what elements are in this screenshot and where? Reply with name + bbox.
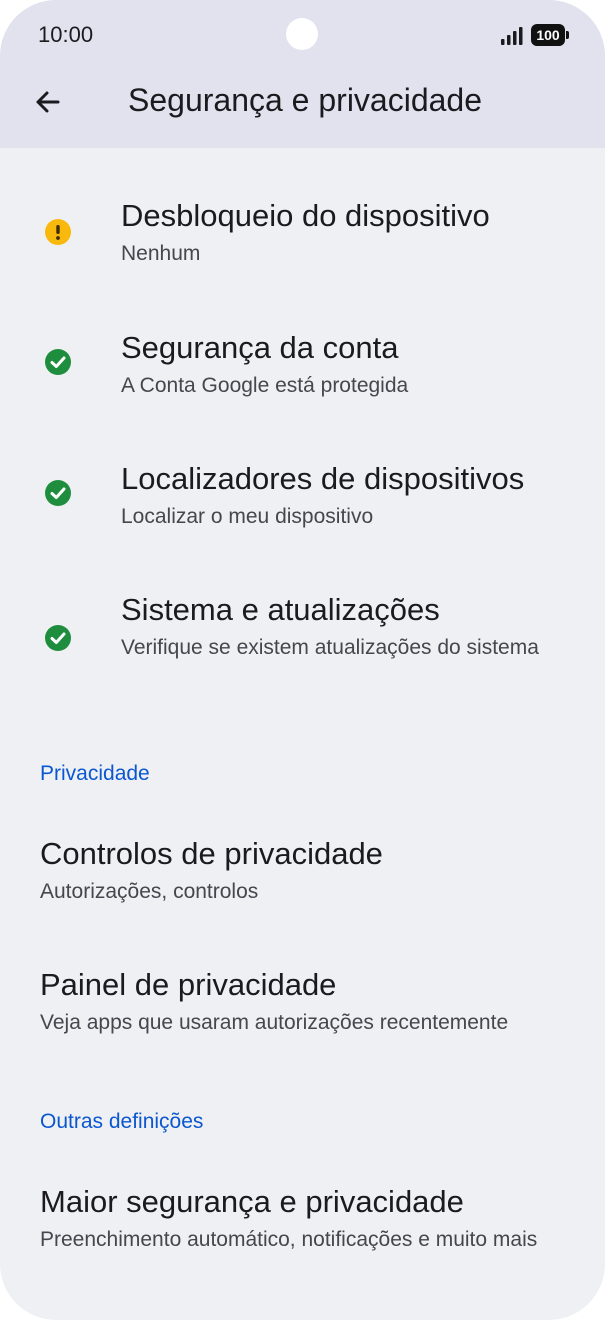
privacy-dashboard-item[interactable]: Painel de privacidade Veja apps que usar… [0, 959, 605, 1049]
privacy-controls-item[interactable]: Controlos de privacidade Autorizações, c… [0, 828, 605, 918]
top-app-bar: 10:00 100 Segurança e privacidade [0, 0, 605, 148]
item-subtitle: Localizar o meu dispositivo [121, 505, 374, 528]
page-title: Segurança e privacidade [128, 82, 483, 118]
warning-icon [45, 219, 71, 245]
item-title: Localizadores de dispositivos [121, 461, 525, 496]
account-security-item[interactable]: Segurança da conta A Conta Google está p… [0, 322, 605, 422]
status-time: 10:00 [38, 22, 94, 47]
item-subtitle: A Conta Google está protegida [121, 374, 409, 397]
screen: 10:00 100 Segurança e privacidade Desblo… [0, 0, 605, 1320]
section-header-privacy: Privacidade [40, 762, 150, 785]
item-title: Controlos de privacidade [40, 836, 383, 871]
signal-icon [501, 27, 523, 45]
item-title: Maior segurança e privacidade [40, 1184, 464, 1219]
check-circle-icon [45, 625, 71, 651]
device-unlock-item[interactable]: Desbloqueio do dispositivo Nenhum [0, 190, 605, 290]
system-updates-item[interactable]: Sistema e atualizações Verifique se exis… [0, 584, 605, 704]
item-subtitle: Verifique se existem atualizações do sis… [121, 636, 539, 659]
item-title: Desbloqueio do dispositivo [121, 198, 490, 233]
item-title: Sistema e atualizações [121, 592, 440, 627]
more-security-privacy-item[interactable]: Maior segurança e privacidade Preenchime… [0, 1176, 605, 1296]
item-subtitle: Autorizações, controlos [40, 880, 259, 903]
item-title: Painel de privacidade [40, 967, 337, 1002]
item-subtitle: Nenhum [121, 242, 201, 265]
check-circle-icon [45, 480, 71, 506]
item-subtitle: Preenchimento automático, notificações e… [40, 1228, 538, 1251]
section-header-other-settings: Outras definições [40, 1110, 204, 1133]
battery-level: 100 [536, 27, 560, 43]
back-arrow-icon[interactable] [26, 80, 70, 124]
item-subtitle: Veja apps que usaram autorizações recent… [40, 1011, 509, 1034]
item-title: Segurança da conta [121, 330, 399, 365]
check-circle-icon [45, 349, 71, 375]
device-finders-item[interactable]: Localizadores de dispositivos Localizar … [0, 453, 605, 553]
battery-icon: 100 [531, 24, 569, 46]
camera-cutout [286, 18, 318, 50]
